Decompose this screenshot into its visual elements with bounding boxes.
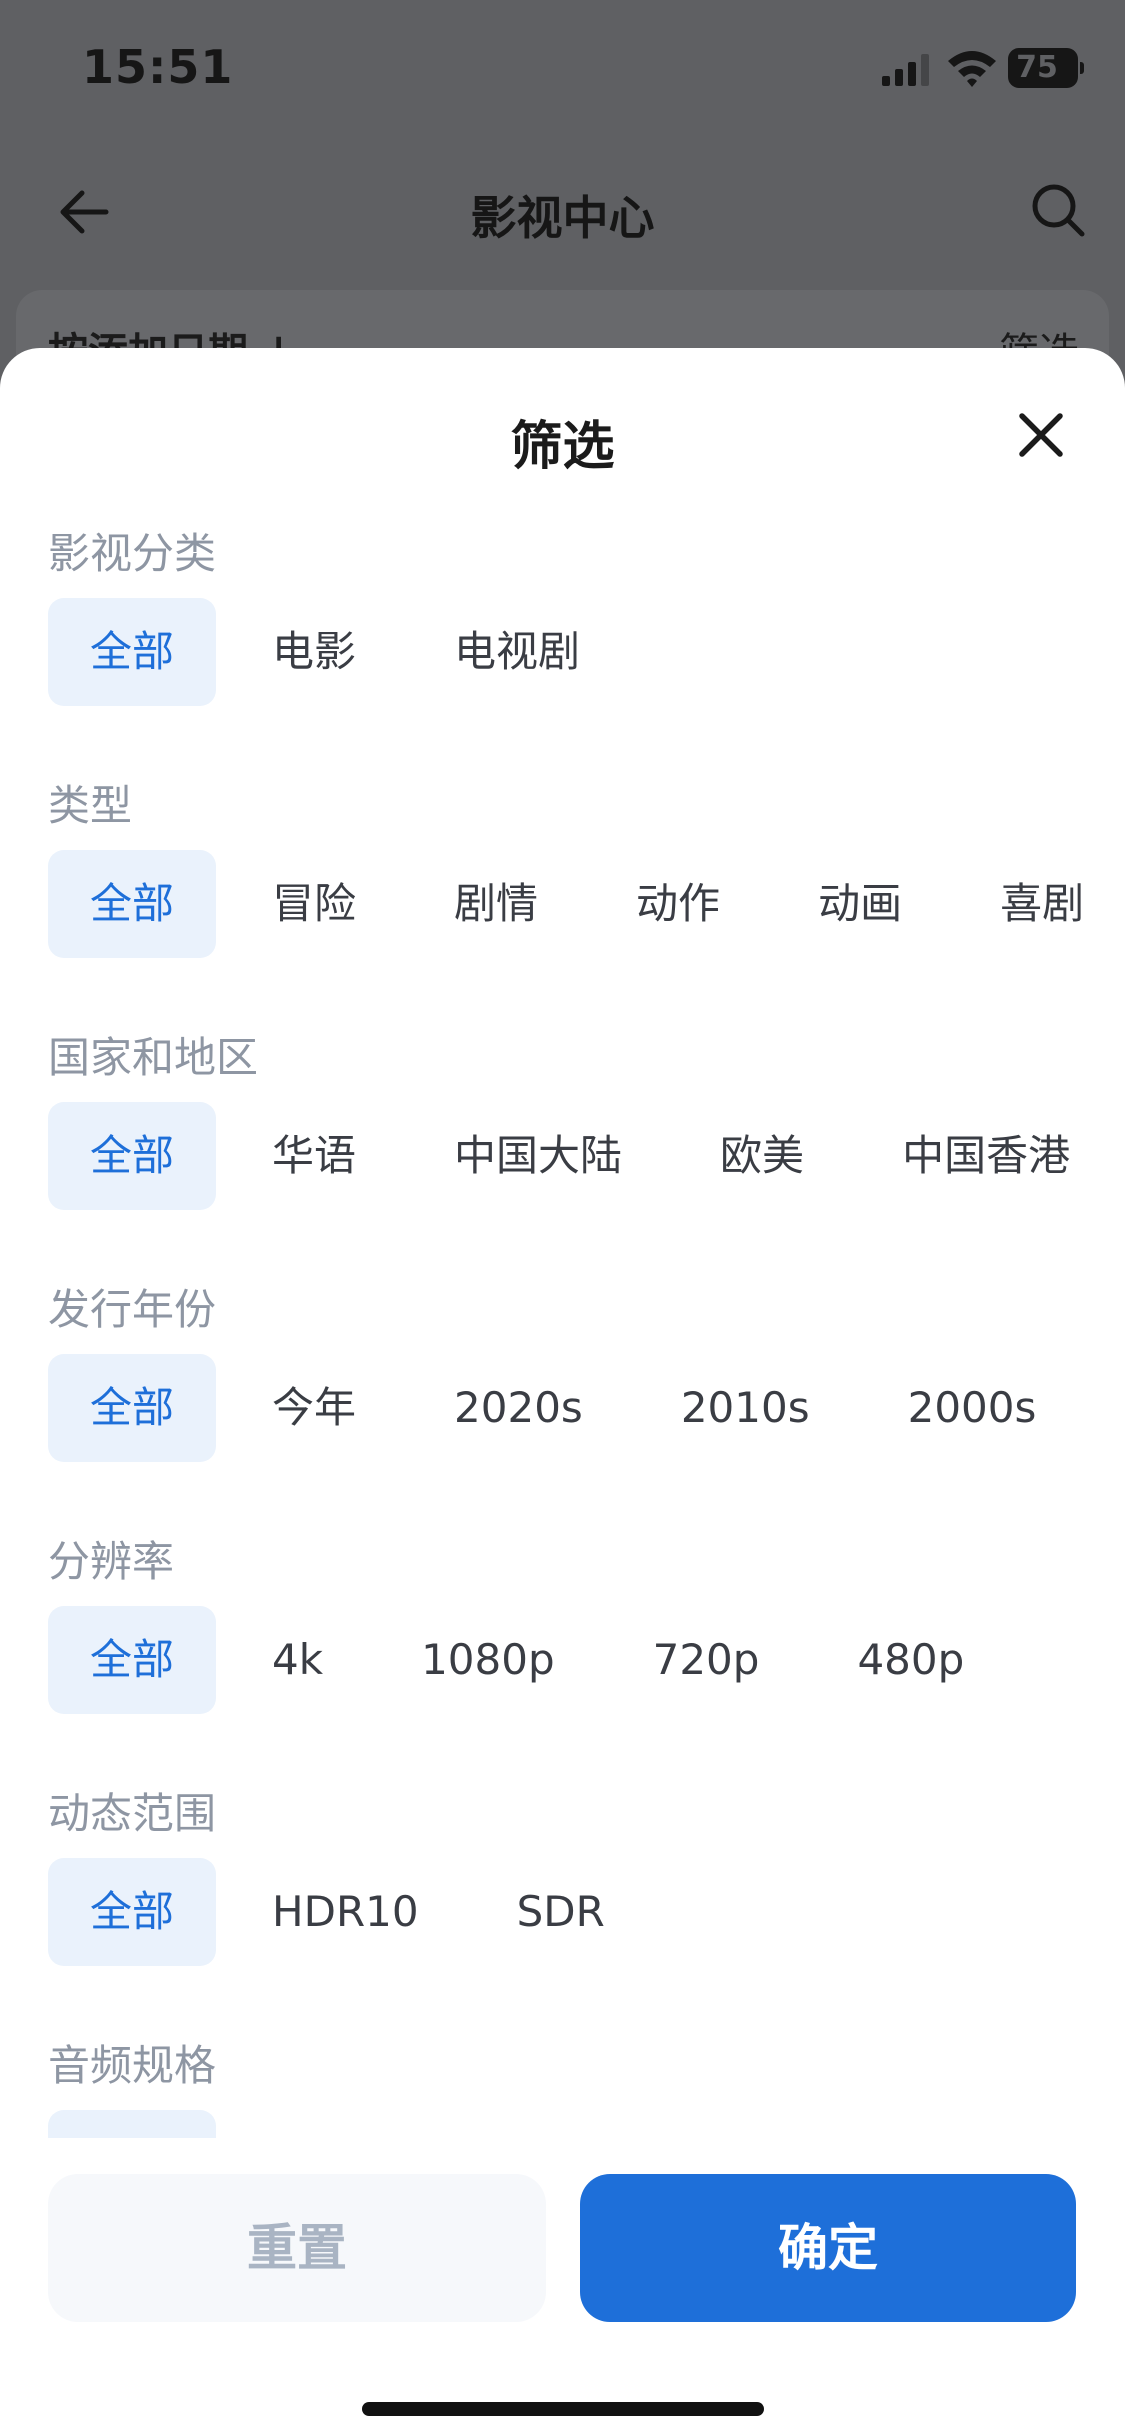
option-chip[interactable]: 4k	[230, 1606, 365, 1714]
option-chip-row[interactable]: 全部 冒险 剧情 动作 动画 喜剧	[48, 850, 1125, 960]
section-label: 影视分类	[48, 529, 217, 578]
section-label: 分辨率	[48, 1537, 175, 1586]
option-chip-selected[interactable]: 全部	[48, 1858, 217, 1966]
section-label: 音频规格	[48, 2041, 217, 2090]
search-icon[interactable]	[1028, 180, 1088, 240]
option-chip[interactable]: HDR10	[230, 1858, 461, 1966]
wifi-icon	[948, 51, 996, 87]
battery-level: 75	[1016, 50, 1058, 85]
option-chip-row[interactable]: 全部 华语 中国大陆 欧美 中国香港	[48, 1102, 1125, 1212]
option-chip-row[interactable]: 全部 HDR10 SDR	[48, 1858, 661, 1968]
status-time: 15:51	[82, 40, 234, 94]
section-label: 类型	[48, 781, 133, 830]
option-chip-selected[interactable]: 全部	[48, 850, 217, 958]
option-chip[interactable]: 1080p	[379, 1606, 597, 1714]
option-chip-row[interactable]: 全部 4k 1080p 720p 480p	[48, 1606, 1020, 1716]
filter-sheet: 筛选 影视分类 全部 电影 电视剧 类型 全部 冒险 剧情 动作 动画 喜剧 国家和地区 全部 华语 中国大…	[0, 348, 1125, 2436]
filter-section: 分辨率全部 4k 1080p 720p 480p	[0, 1528, 1125, 1780]
cellular-signal-icon	[882, 54, 929, 86]
sheet-footer: 重置 确定	[0, 2138, 1125, 2436]
option-chip[interactable]: 喜剧	[958, 850, 1125, 958]
option-chip[interactable]: 动画	[776, 850, 944, 958]
home-indicator	[362, 2402, 764, 2416]
page-title: 影视中心	[470, 191, 655, 245]
option-chip[interactable]: 电视剧	[412, 598, 622, 706]
reset-button[interactable]: 重置	[48, 2174, 546, 2322]
option-chip[interactable]: 720p	[611, 1606, 802, 1714]
option-chip-selected[interactable]: 全部	[48, 1606, 217, 1714]
filter-section: 发行年份全部今年2020s2010s2000s 1990s	[0, 1276, 1125, 1528]
filter-section: 影视分类全部 电影 电视剧	[0, 520, 1125, 772]
option-chip[interactable]: 剧情	[412, 850, 580, 958]
option-chip[interactable]: 2010s	[639, 1354, 852, 1462]
filter-section: 类型全部 冒险 剧情 动作 动画 喜剧	[0, 772, 1125, 1024]
option-chip[interactable]: SDR	[475, 1858, 647, 1966]
filter-section: 国家和地区全部 华语 中国大陆 欧美 中国香港	[0, 1024, 1125, 1276]
option-chip[interactable]: 冒险	[230, 850, 398, 958]
sheet-title: 筛选	[510, 417, 615, 477]
option-chip[interactable]: 2020s	[412, 1354, 625, 1462]
option-chip[interactable]: 电影	[230, 598, 398, 706]
option-chip[interactable]: 欧美	[678, 1102, 846, 1210]
option-chip[interactable]: 中国香港	[860, 1102, 1112, 1210]
option-chip[interactable]: 480p	[815, 1606, 1006, 1714]
nav-bar: 影视中心	[0, 160, 1125, 260]
option-chip[interactable]: 今年	[230, 1354, 398, 1462]
status-bar: 15:51 75	[0, 0, 1125, 140]
option-chip[interactable]: 2000s	[866, 1354, 1079, 1462]
option-chip[interactable]: 中国大陆	[412, 1102, 664, 1210]
option-chip[interactable]: 1990s	[1092, 1354, 1125, 1462]
option-chip-row[interactable]: 全部今年2020s2010s2000s 1990s	[48, 1354, 1125, 1464]
confirm-button[interactable]: 确定	[580, 2174, 1076, 2322]
close-icon[interactable]	[1014, 408, 1068, 462]
option-chip[interactable]: 动作	[594, 850, 762, 958]
option-chip-selected[interactable]: 全部	[48, 1354, 217, 1462]
section-label: 动态范围	[48, 1789, 217, 1838]
option-chip[interactable]: 华语	[230, 1102, 398, 1210]
option-chip-row[interactable]: 全部 电影 电视剧	[48, 598, 636, 708]
section-label: 国家和地区	[48, 1033, 259, 1082]
filter-section: 动态范围全部 HDR10 SDR	[0, 1780, 1125, 2032]
section-label: 发行年份	[48, 1285, 217, 1334]
battery-icon: 75	[1008, 48, 1084, 88]
option-chip-selected[interactable]: 全部	[48, 1102, 217, 1210]
option-chip-selected[interactable]: 全部	[48, 598, 217, 706]
